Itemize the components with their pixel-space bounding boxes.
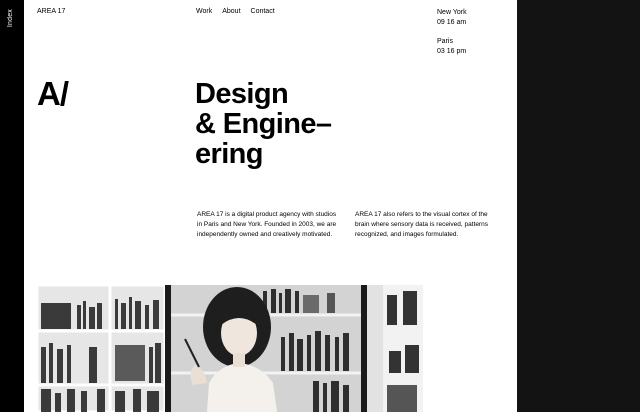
page: AREA 17 Work About Contact New York 09 1… — [24, 0, 517, 412]
clock-time: 09 16 am — [437, 19, 467, 26]
nav-work[interactable]: Work — [196, 8, 212, 15]
index-toggle[interactable]: Index — [7, 9, 14, 27]
headline-line: & Engine– — [195, 108, 332, 140]
photo-of-woman-with-bookshelves-icon — [37, 285, 423, 412]
clock-time: 03 16 pm — [437, 48, 467, 55]
hero-headline: Design & Engine– ering — [195, 79, 395, 169]
cortex-paragraph: AREA 17 also refers to the visual cortex… — [355, 211, 488, 238]
headline-line: ering — [195, 138, 264, 170]
nav-contact[interactable]: Contact — [251, 8, 275, 15]
logo-mark: A/ — [37, 75, 69, 112]
clock-city: Paris — [437, 38, 453, 45]
clock-city: New York — [437, 9, 467, 16]
intro-paragraph: AREA 17 is a digital product agency with… — [197, 211, 337, 238]
right-dark-panel — [517, 0, 640, 412]
nav-about[interactable]: About — [222, 8, 240, 15]
hero-photo — [37, 285, 423, 412]
brand-link[interactable]: AREA 17 — [37, 8, 65, 15]
clock-paris: Paris 03 16 pm — [437, 37, 466, 57]
side-rail: Index — [0, 0, 24, 412]
clock-new-york: New York 09 16 am — [437, 8, 467, 28]
headline-line: Design — [195, 78, 289, 110]
main-nav: Work About Contact — [196, 8, 275, 15]
